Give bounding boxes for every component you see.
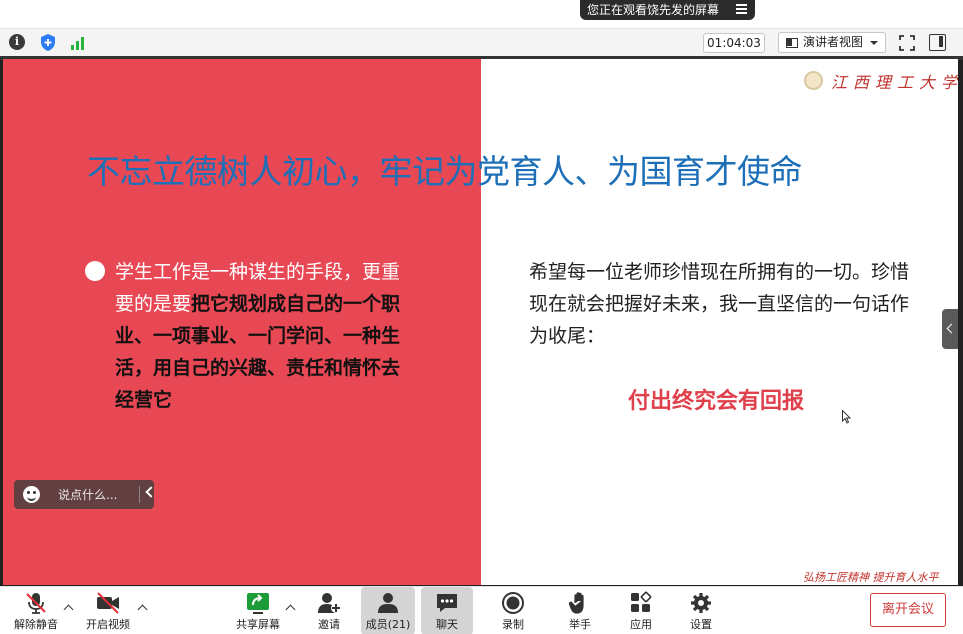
- side-panel-icon[interactable]: [929, 34, 946, 51]
- slide-right-paragraph: 希望每一位老师珍惜现在所拥有的一切。珍惜现在就会把握好未来，我一直坚信的一句话作…: [529, 261, 910, 347]
- share-screen-button[interactable]: 共享屏幕: [230, 587, 286, 634]
- meeting-control-bar: 解除静音 开启视频 共享屏幕 邀请 成员(21) 聊天 录制 举手 应用 设置 …: [0, 586, 963, 634]
- record-button[interactable]: 录制: [489, 587, 537, 634]
- university-seal-icon: [804, 71, 823, 90]
- invite-button[interactable]: 邀请: [305, 587, 353, 634]
- share-options-chevron-up-icon[interactable]: [285, 604, 296, 615]
- comment-divider: [139, 486, 140, 503]
- fullscreen-icon[interactable]: [899, 35, 915, 51]
- invite-label: 邀请: [318, 618, 340, 631]
- mouse-cursor-icon: [842, 410, 852, 424]
- speaker-view-icon: [786, 38, 798, 48]
- participants-button[interactable]: 成员(21): [361, 587, 415, 634]
- record-icon: [502, 592, 524, 614]
- unmute-label: 解除静音: [14, 618, 58, 631]
- top-area: [0, 0, 963, 28]
- apps-label: 应用: [630, 618, 652, 631]
- settings-label: 设置: [690, 618, 712, 631]
- slide-highlight: 付出终究会有回报: [628, 389, 805, 414]
- start-video-label: 开启视频: [86, 618, 130, 631]
- meeting-window: 您正在观看饶先发的屏幕 i 01:04:03 演讲者视图 江西理工大学 不忘立德…: [0, 0, 963, 634]
- meeting-timer: 01:04:03: [703, 33, 765, 53]
- screen-share-banner[interactable]: 您正在观看饶先发的屏幕: [580, 0, 755, 20]
- record-label: 录制: [502, 618, 524, 631]
- university-name: 江西理工大学: [831, 73, 958, 92]
- view-mode-dropdown[interactable]: 演讲者视图: [778, 32, 886, 53]
- video-options-chevron-up-icon[interactable]: [137, 604, 148, 615]
- start-video-button[interactable]: 开启视频: [80, 587, 136, 634]
- comment-placeholder[interactable]: 说点什么...: [58, 486, 117, 503]
- settings-button[interactable]: 设置: [677, 587, 725, 634]
- participants-label: 成员(21): [365, 618, 411, 631]
- menu-icon[interactable]: [736, 4, 747, 14]
- share-screen-label: 共享屏幕: [236, 618, 280, 631]
- apps-button[interactable]: 应用: [617, 587, 665, 634]
- chat-label: 聊天: [436, 618, 458, 631]
- raise-hand-label: 举手: [569, 618, 591, 631]
- share-banner-text: 您正在观看饶先发的屏幕: [587, 3, 720, 17]
- hand-icon: [568, 592, 584, 614]
- chat-button[interactable]: 聊天: [421, 587, 473, 634]
- slide-left-paragraph: 学生工作是一种谋生的手段，更重要的是要把它规划成自己的一个职业、一项事业、一门学…: [115, 256, 415, 416]
- participants-icon: [378, 593, 398, 613]
- unmute-button[interactable]: 解除静音: [8, 587, 64, 634]
- gear-icon: [691, 593, 711, 613]
- university-logo: 江西理工大学: [804, 69, 957, 93]
- emoji-icon[interactable]: [23, 486, 40, 503]
- slide-motto: 弘扬工匠精神 提升育人水平: [803, 571, 939, 584]
- muted-microphone-icon: [26, 593, 46, 614]
- chevron-down-icon: [870, 41, 878, 45]
- security-shield-icon[interactable]: [39, 33, 57, 52]
- raise-hand-button[interactable]: 举手: [556, 587, 604, 634]
- audio-options-chevron-up-icon[interactable]: [63, 604, 74, 615]
- network-signal-icon[interactable]: [70, 34, 88, 50]
- info-icon[interactable]: i: [9, 34, 25, 50]
- leave-meeting-button[interactable]: 离开会议: [870, 593, 946, 627]
- chat-icon: [437, 594, 457, 612]
- view-mode-label: 演讲者视图: [803, 35, 864, 49]
- meeting-info-bar: i 01:04:03 演讲者视图: [0, 28, 963, 56]
- video-off-icon: [97, 592, 119, 614]
- add-user-icon: [318, 593, 341, 613]
- share-screen-icon: [247, 593, 269, 614]
- bullet-icon: [85, 261, 105, 281]
- collapse-panel-handle[interactable]: [942, 309, 958, 349]
- slide-title: 不忘立德树人初心，牢记为党育人、为国育才使命: [87, 152, 803, 191]
- comment-input-box[interactable]: 说点什么...: [14, 480, 157, 509]
- apps-icon: [631, 591, 652, 612]
